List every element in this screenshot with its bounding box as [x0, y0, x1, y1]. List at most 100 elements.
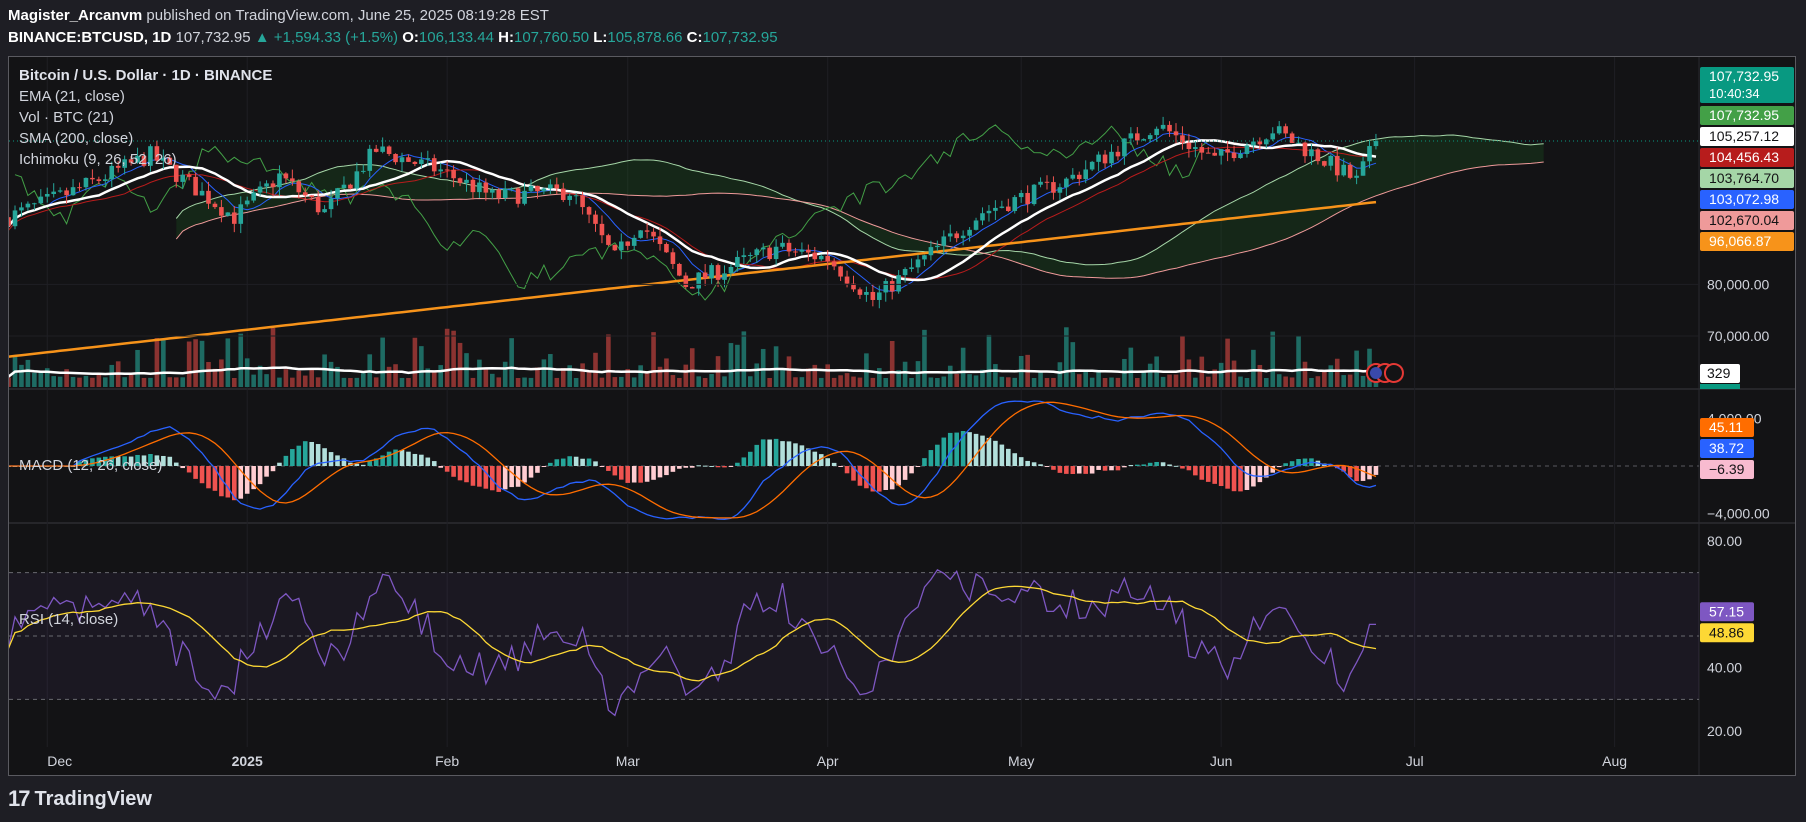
candle-body: [1270, 133, 1276, 140]
macd-histogram-bar: [186, 466, 192, 473]
volume-bar: [560, 367, 566, 387]
volume-bar: [225, 338, 231, 387]
volume-bar: [728, 343, 734, 387]
macd-histogram-bar: [922, 458, 927, 466]
candle-body: [257, 186, 263, 193]
chart-frame[interactable]: Dec 2025 Feb Mar Apr May Jun Jul Aug 80,000.00 70,…: [8, 56, 1796, 776]
macd-histogram-bar: [1057, 466, 1063, 473]
volume-bar: [1038, 370, 1043, 387]
candle-body: [180, 174, 185, 182]
legend-sma[interactable]: SMA (200, close): [19, 130, 133, 147]
macd-histogram-bar: [741, 457, 747, 466]
macd-histogram-bar: [1096, 466, 1101, 470]
macd-histogram-bar: [993, 440, 998, 466]
candle-body: [793, 251, 798, 253]
macd-histogram-bar: [735, 462, 740, 466]
volume-bar: [902, 361, 908, 387]
volume-bar: [1296, 335, 1301, 387]
macd-histogram-bar: [302, 441, 308, 466]
volume-bar: [928, 377, 934, 387]
candle-body: [812, 252, 818, 260]
legend-rsi[interactable]: RSI (14, close): [19, 611, 118, 628]
candle-body: [1096, 154, 1101, 162]
volume-bar: [870, 377, 876, 387]
volume-bar: [1006, 377, 1011, 387]
candle-body: [1251, 141, 1256, 146]
candle-body: [715, 265, 721, 280]
volume-bar: [1102, 377, 1108, 387]
macd-histogram-bar: [644, 466, 650, 482]
volume-bar: [1031, 377, 1037, 387]
candle-body: [57, 190, 63, 192]
volume-bar: [619, 376, 624, 387]
tradingview-brand[interactable]: 17 TradingView: [8, 786, 152, 812]
candle-body: [225, 212, 231, 216]
close-key: C:: [686, 29, 703, 46]
volume-bar: [354, 377, 360, 387]
macd-histogram-bar: [1070, 466, 1076, 475]
candle-body: [993, 207, 998, 211]
candle-body: [760, 247, 766, 250]
volume-bar: [541, 359, 547, 387]
macd-histogram-bar: [973, 433, 979, 466]
candle-body: [928, 247, 934, 256]
publisher-name[interactable]: Magister_Arcanvm: [8, 7, 142, 24]
macd-histogram-bar: [954, 432, 959, 466]
candle-body: [206, 190, 211, 204]
candle-body: [380, 146, 385, 152]
macd-histogram-bar: [1193, 466, 1198, 476]
candle-body: [1083, 169, 1088, 180]
macd-histogram-bar: [883, 466, 889, 490]
candle-body: [980, 213, 985, 221]
volume-bar: [606, 334, 611, 387]
legend-ichimoku[interactable]: Ichimoku (9, 26, 52, 26): [19, 151, 177, 168]
publish-text: published on TradingView.com, June 25, 2…: [146, 7, 549, 24]
candle-body: [838, 266, 843, 277]
macd-histogram-bar: [670, 466, 676, 472]
chart-canvas[interactable]: Dec 2025 Feb Mar Apr May Jun Jul Aug 80,000.00 70,…: [9, 57, 1795, 775]
volume-bar: [1141, 370, 1147, 387]
volume-bar: [722, 376, 727, 387]
price-label-text: 103,072.98: [1709, 191, 1779, 207]
candle-body: [348, 184, 353, 189]
volume-bar: [1147, 363, 1153, 387]
macd-histogram-bar: [1257, 466, 1263, 483]
symbol-label[interactable]: BINANCE:BTCUSD, 1D: [8, 29, 171, 46]
volume-bar: [128, 374, 134, 387]
macd-histogram-bar: [1025, 460, 1030, 466]
legend-macd[interactable]: MACD (12, 26, close): [19, 457, 162, 474]
volume-bar: [780, 368, 785, 387]
macd-histogram-bar: [541, 466, 547, 467]
candle-body: [1257, 141, 1263, 145]
candle-body: [1341, 164, 1346, 176]
macd-histogram-bar: [477, 466, 482, 487]
legend-title[interactable]: Bitcoin / U.S. Dollar · 1D · BINANCE: [19, 67, 272, 84]
candle-body: [335, 188, 340, 199]
volume-bar: [638, 365, 643, 387]
open-value: 106,133.44: [418, 29, 494, 46]
volume-bar: [599, 377, 605, 387]
macd-histogram-bar: [1180, 466, 1185, 469]
candle-body: [883, 281, 889, 293]
price-change: +1,594.33 (+1.5%): [273, 29, 399, 46]
macd-histogram-bar: [502, 466, 508, 490]
volume-bar: [309, 369, 314, 387]
candle-body: [857, 289, 863, 295]
macd-histogram-bar: [270, 466, 276, 472]
macd-histogram-bar: [386, 451, 392, 466]
legend-volume[interactable]: Vol · BTC (21): [19, 109, 114, 126]
volume-bar: [25, 359, 31, 387]
legend-ema[interactable]: EMA (21, close): [19, 88, 125, 105]
candle-body: [373, 148, 379, 152]
candle-body: [1180, 135, 1185, 143]
candle-body: [438, 169, 443, 172]
volume-bar: [1309, 377, 1314, 387]
candle-body: [567, 195, 572, 200]
volume-bar: [457, 342, 463, 387]
macd-histogram-bar: [999, 444, 1005, 466]
x-axis-label: Apr: [817, 753, 839, 769]
macd-histogram-bar: [683, 466, 689, 468]
candle-body: [586, 207, 592, 215]
macd-histogram-bar: [773, 438, 779, 466]
volume-bar: [141, 377, 147, 387]
